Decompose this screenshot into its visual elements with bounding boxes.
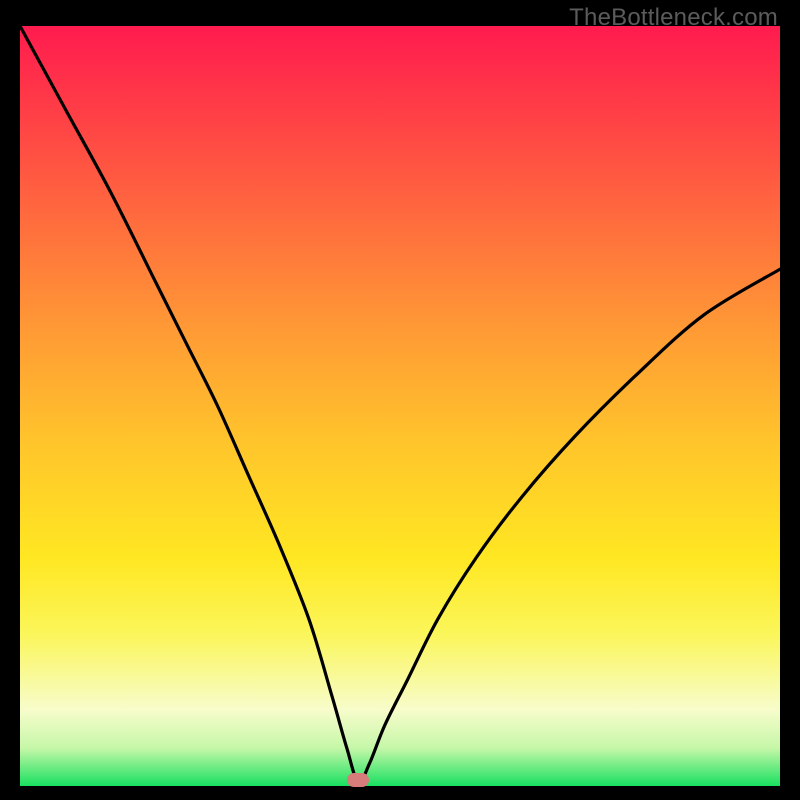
watermark-text: TheBottleneck.com	[569, 4, 778, 32]
chart-frame	[20, 26, 780, 786]
bottleneck-curve	[20, 26, 780, 786]
optimal-point-marker	[347, 773, 369, 787]
